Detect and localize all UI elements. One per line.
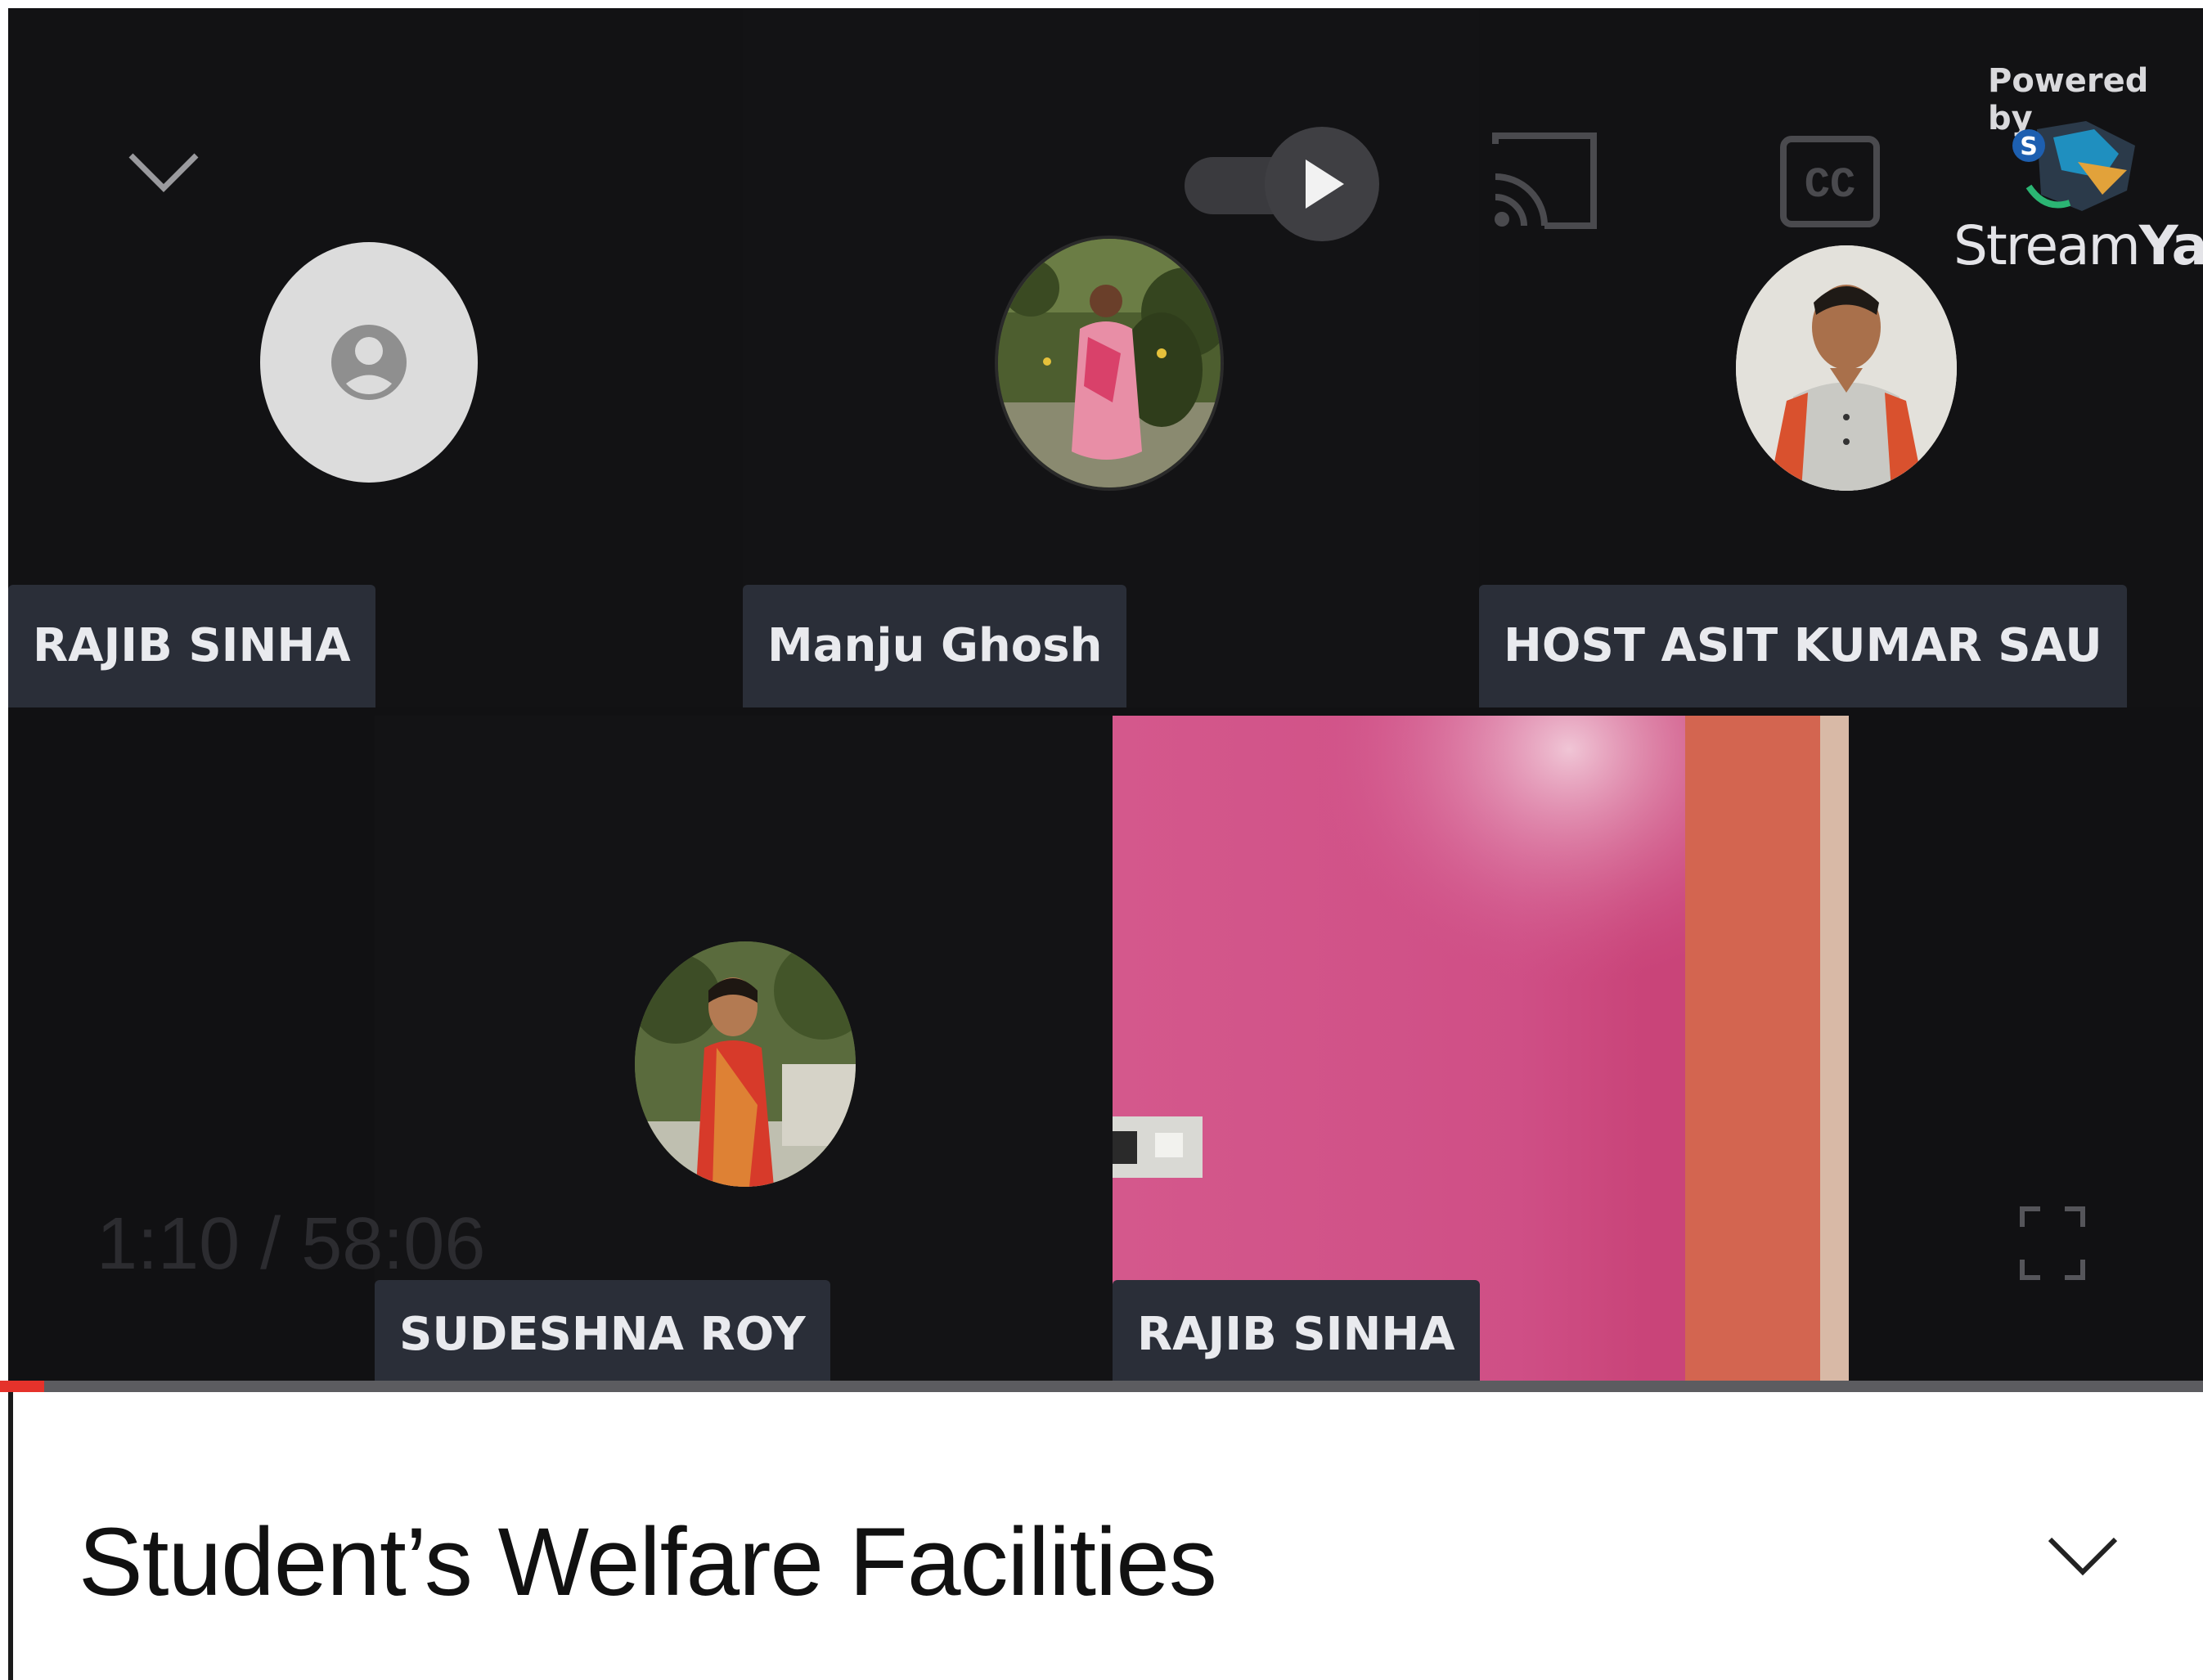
video-player[interactable]: RAJIB SINHA Manju Ghosh HOST ASIT KUMAR … bbox=[8, 8, 2203, 1389]
participant-tile-1: RAJIB SINHA bbox=[8, 8, 743, 707]
chevron-down-icon bbox=[128, 153, 199, 192]
participant-name-tag: HOST ASIT KUMAR SAU bbox=[1479, 585, 2127, 707]
participant-name-tag: Manju Ghosh bbox=[743, 585, 1127, 707]
video-progress-bar[interactable] bbox=[0, 1381, 2203, 1392]
fullscreen-icon bbox=[2020, 1206, 2085, 1280]
autoplay-toggle[interactable] bbox=[1176, 123, 1389, 249]
avatar-photo-image bbox=[998, 239, 1221, 487]
avatar-photo bbox=[635, 941, 856, 1187]
streamyard-wordmark: StreamYard bbox=[1953, 214, 2203, 277]
avatar-photo-image bbox=[1736, 245, 1957, 491]
captions-button[interactable]: CC bbox=[1777, 133, 1883, 235]
participant-name-tag: SUDESHNA ROY bbox=[375, 1280, 830, 1389]
screenshot-frame: RAJIB SINHA Manju Ghosh HOST ASIT KUMAR … bbox=[0, 0, 2203, 1680]
participant-tile-5: RAJIB SINHA bbox=[1113, 716, 1849, 1389]
cast-icon bbox=[1492, 133, 1597, 229]
avatar-photo bbox=[1736, 245, 1957, 491]
fullscreen-button[interactable] bbox=[2016, 1202, 2089, 1288]
chevron-down-icon bbox=[2048, 1537, 2118, 1576]
play-icon bbox=[1185, 127, 1379, 241]
minimize-chevron-button[interactable] bbox=[123, 147, 205, 200]
video-title-section[interactable]: Student’s Welfare Facilities bbox=[8, 1392, 2203, 1680]
svg-text:S: S bbox=[2020, 133, 2038, 161]
avatar-photo bbox=[998, 239, 1221, 487]
streamyard-logo-icon: S bbox=[2012, 121, 2135, 211]
participant-tile-2: Manju Ghosh bbox=[743, 8, 1479, 707]
cast-button[interactable] bbox=[1487, 128, 1602, 238]
expand-description-button[interactable] bbox=[2042, 1531, 2124, 1584]
participant-tile-4: SUDESHNA ROY bbox=[375, 716, 1113, 1389]
avatar-photo-image bbox=[635, 941, 856, 1187]
participant-name-tag: RAJIB SINHA bbox=[1113, 1280, 1480, 1389]
captions-icon: CC bbox=[1780, 136, 1880, 227]
placeholder-person-icon bbox=[331, 325, 407, 400]
participant-name-tag: RAJIB SINHA bbox=[8, 585, 375, 707]
video-progress-fill bbox=[0, 1381, 44, 1392]
video-title: Student’s Welfare Facilities bbox=[79, 1508, 1217, 1616]
svg-text:CC: CC bbox=[1805, 161, 1855, 209]
avatar-placeholder bbox=[260, 242, 478, 483]
streamyard-logo: S bbox=[2004, 113, 2143, 223]
video-timecode: 1:10 / 58:06 bbox=[97, 1203, 486, 1285]
